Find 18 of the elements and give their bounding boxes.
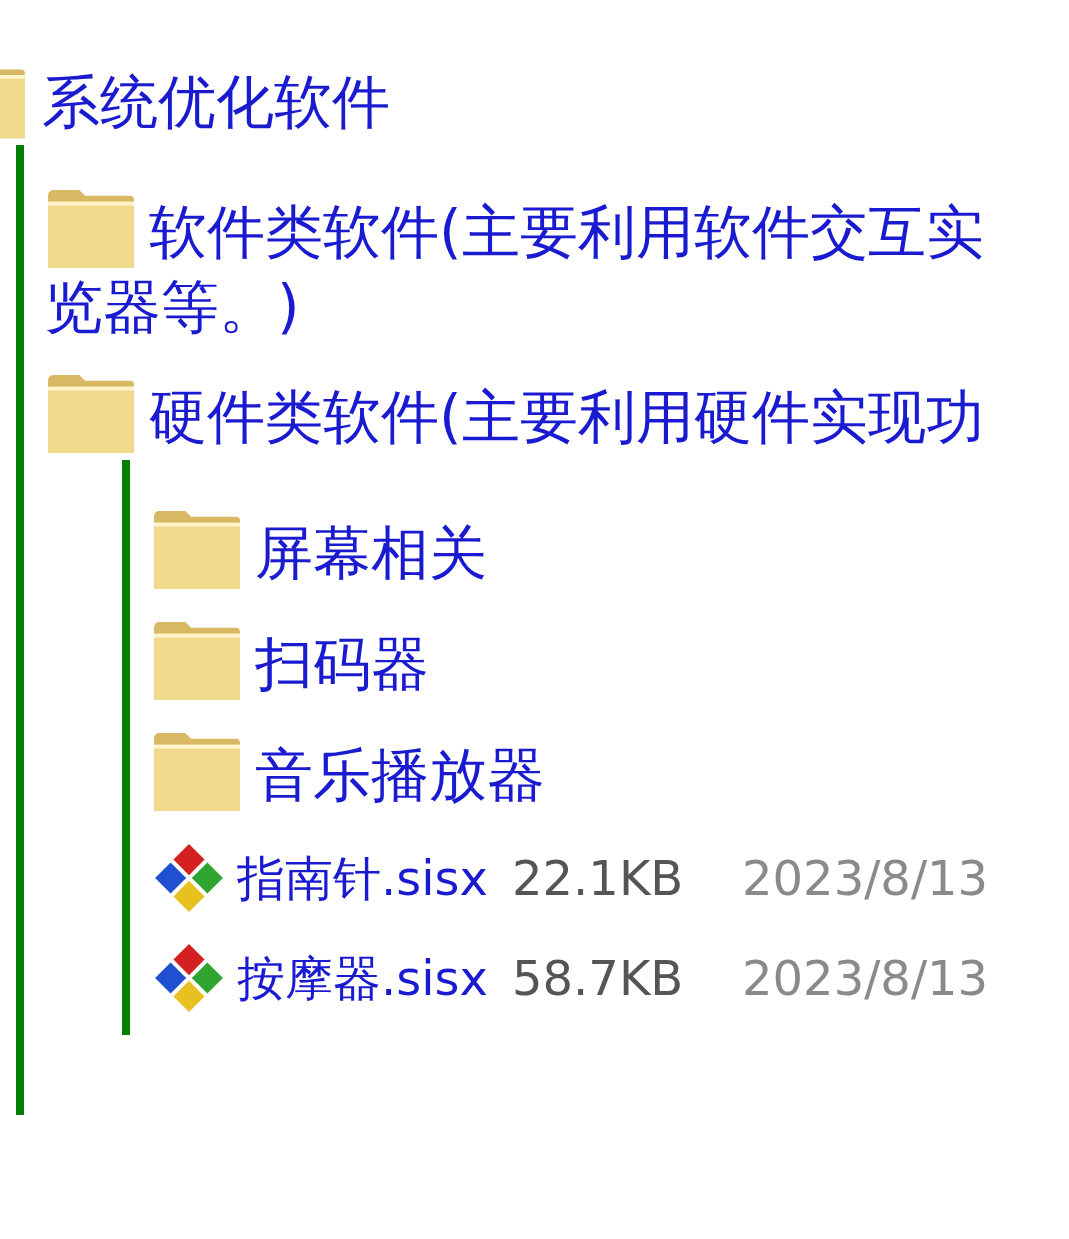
folder-link[interactable]: 扫码器 <box>255 626 429 702</box>
folder-link[interactable]: 屏幕相关 <box>255 515 487 591</box>
folder-link[interactable]: 览器等。) <box>45 273 300 341</box>
file-link[interactable]: 按摩器.sisx <box>237 942 488 1014</box>
folder-link[interactable]: 音乐播放器 <box>255 737 545 813</box>
folder-icon <box>151 619 243 702</box>
file-date: 2023/8/13 <box>742 849 989 908</box>
file-link[interactable]: 指南针.sisx <box>237 842 488 914</box>
folder-link[interactable]: 硬件类软件(主要利用硬件实现功 <box>149 380 984 455</box>
file-size: 22.1KB <box>512 849 685 908</box>
file-date: 2023/8/13 <box>742 949 989 1008</box>
folder-icon <box>151 730 243 813</box>
folder-icon <box>45 188 137 270</box>
folder-link[interactable]: 系统优化软件 <box>42 65 390 140</box>
folder-icon <box>151 508 243 591</box>
folder-link[interactable]: 软件类软件(主要利用软件交互实 <box>149 195 984 270</box>
folder-icon <box>45 373 137 455</box>
file-size: 58.7KB <box>512 949 685 1008</box>
